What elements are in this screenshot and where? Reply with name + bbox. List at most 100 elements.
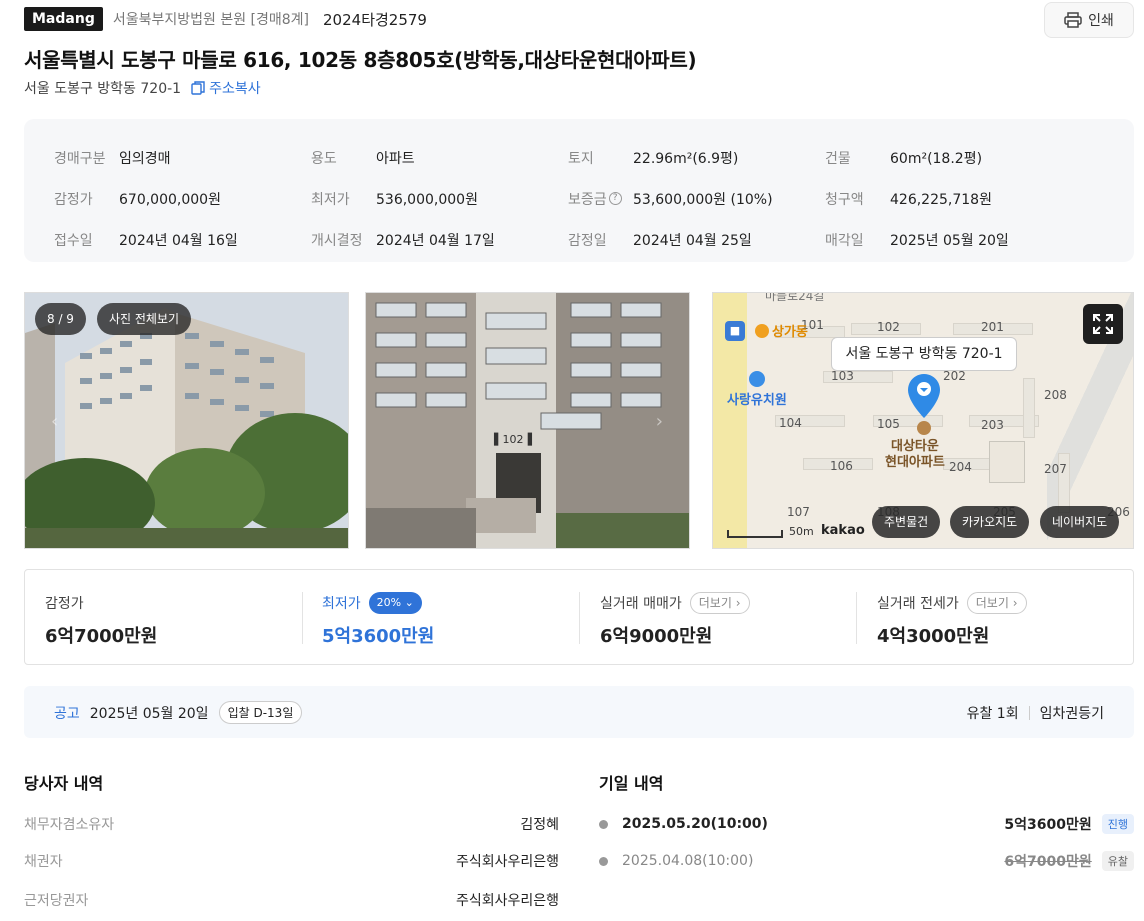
party-value: 김정혜 bbox=[520, 817, 559, 833]
info-value: 60m²(18.2평) bbox=[890, 150, 983, 167]
trade-label-row: 실거래 매매가 더보기 › bbox=[600, 592, 840, 614]
property-photo-2[interactable]: ▌102▐ › bbox=[365, 292, 690, 549]
chevron-double-down-icon: ⌄ bbox=[404, 596, 414, 609]
info-cell: 건물 60m²(18.2평) bbox=[825, 137, 1082, 178]
divider bbox=[1028, 706, 1030, 720]
map-building-label: 107 bbox=[787, 505, 810, 519]
info-label: 최저가 bbox=[311, 191, 350, 208]
info-label: 경매구분 bbox=[54, 150, 106, 167]
divider bbox=[579, 592, 580, 644]
info-label: 토지 bbox=[568, 150, 594, 167]
notice-right: 유찰 1회 임차권등기 bbox=[967, 703, 1104, 723]
naver-map-button[interactable]: 네이버지도 bbox=[1040, 506, 1120, 538]
info-value: 2024년 04월 25일 bbox=[633, 232, 752, 249]
building-entrance-illustration bbox=[366, 293, 689, 548]
copy-icon bbox=[191, 81, 205, 95]
court-name: 서울북부지방법원 본원 [경매8계] bbox=[112, 12, 310, 28]
map-building-label: 102 bbox=[877, 320, 900, 334]
dot-icon bbox=[599, 856, 608, 866]
header-row: Madang 서울북부지방법원 본원 [경매8계] 2024타경2579 bbox=[24, 6, 427, 32]
nearby-items-button[interactable]: 주변물건 bbox=[872, 506, 941, 538]
kindergarten-poi: 사랑유치원 bbox=[727, 371, 787, 408]
chevron-right-icon[interactable]: › bbox=[656, 411, 663, 432]
map-building-label: 202 bbox=[943, 369, 966, 383]
minimum-value: 5억3600만원 bbox=[322, 626, 435, 647]
party-row: 채무자겸소유자 김정혜 bbox=[24, 814, 559, 834]
info-value: 536,000,000원 bbox=[376, 191, 478, 208]
party-value: 주식회사우리은행 bbox=[455, 854, 559, 870]
info-cell: 감정가 670,000,000원 bbox=[54, 178, 311, 219]
map-building-label: 103 bbox=[831, 369, 854, 383]
map-building-label: 105 bbox=[877, 417, 900, 431]
copy-address-label: 주소복사 bbox=[209, 81, 261, 97]
case-number: 2024타경2579 bbox=[323, 10, 427, 29]
notice-left: 공고 2025년 05월 20일 입찰 D-13일 bbox=[54, 701, 303, 724]
map-address-callout: 서울 도봉구 방학동 720-1 bbox=[831, 337, 1017, 371]
lease-more-button[interactable]: 더보기 › bbox=[966, 592, 1027, 614]
status-badge: 진행 bbox=[1101, 814, 1134, 834]
info-value: 426,225,718원 bbox=[890, 191, 992, 208]
info-value: 2024년 04월 17일 bbox=[376, 232, 495, 249]
schedule-row: 2025.05.20(10:00) 5억3600만원 진행 bbox=[599, 814, 1134, 834]
minimum-label-row: 최저가 20% ⌄ bbox=[322, 592, 562, 614]
location-pin-icon bbox=[908, 374, 940, 418]
expand-icon bbox=[1093, 314, 1113, 334]
info-cell: 용도 아파트 bbox=[311, 137, 568, 178]
info-cell: 접수일 2024년 04월 16일 bbox=[54, 219, 311, 260]
apartment-complex-icon bbox=[917, 421, 931, 435]
info-label: 건물 bbox=[825, 150, 851, 167]
status-badge: 유찰 bbox=[1101, 851, 1134, 871]
chevron-left-icon[interactable]: ‹ bbox=[51, 411, 58, 432]
info-cell: 개시결정 2024년 04월 17일 bbox=[311, 219, 568, 260]
parties-title: 당사자 내역 bbox=[24, 774, 104, 793]
property-photo-1[interactable]: 8 / 9 사진 전체보기 ‹ bbox=[24, 292, 349, 549]
map-building-label: 104 bbox=[779, 416, 802, 430]
chevron-right-icon: › bbox=[735, 596, 741, 610]
discount-badge[interactable]: 20% ⌄ bbox=[368, 592, 422, 614]
notice-box: 공고 2025년 05월 20일 입찰 D-13일 유찰 1회 임차권등기 bbox=[24, 686, 1134, 738]
appraisal-value: 6억7000만원 bbox=[45, 626, 158, 647]
price-summary-box: 감정가 6억7000만원 최저가 20% ⌄ 5억3600만원 실거래 매매가 … bbox=[24, 569, 1134, 665]
notice-tag: 공고 bbox=[54, 705, 80, 722]
print-button[interactable]: 인쇄 bbox=[1044, 2, 1134, 38]
copy-address-button[interactable]: 주소복사 bbox=[191, 78, 261, 98]
printer-icon bbox=[1064, 12, 1082, 28]
info-value: 임의경매 bbox=[119, 150, 171, 167]
schedule-row: 2025.04.08(10:00) 6억7000만원 유찰 bbox=[599, 851, 1134, 871]
auction-info-grid: 경매구분 임의경매 용도 아파트 토지 22.96m²(6.9평) 건물 60m²(18… bbox=[54, 137, 1082, 260]
info-label: 감정가 bbox=[54, 191, 93, 208]
map-building-label: 106 bbox=[830, 459, 853, 473]
info-cell: 경매구분 임의경매 bbox=[54, 137, 311, 178]
deposit-label: 보증금 bbox=[568, 191, 607, 208]
trade-more-button[interactable]: 더보기 › bbox=[689, 592, 750, 614]
property-title: 서울특별시 도봉구 마들로 616, 102동 8층805호(방학동,대상타운현… bbox=[24, 48, 697, 72]
kindergarten-icon bbox=[748, 371, 765, 387]
notice-date: 2025년 05월 20일 bbox=[89, 705, 209, 722]
info-cell: 감정일 2024년 04월 25일 bbox=[568, 219, 825, 260]
info-label: 개시결정 bbox=[311, 232, 363, 249]
lease-registration: 임차권등기 bbox=[1039, 706, 1104, 722]
lease-price: 실거래 전세가 더보기 › 4억3000만원 bbox=[877, 592, 1117, 648]
party-row: 근저당권자 주식회사우리은행 bbox=[24, 890, 559, 910]
info-cell: 토지 22.96m²(6.9평) bbox=[568, 137, 825, 178]
party-row: 채권자 주식회사우리은행 bbox=[24, 851, 559, 871]
schedule-amount: 5억3600만원 bbox=[1004, 817, 1092, 833]
fail-count: 유찰 1회 bbox=[966, 706, 1019, 722]
map-sports-field bbox=[989, 441, 1025, 483]
lease-value: 4억3000만원 bbox=[877, 626, 990, 647]
help-icon[interactable]: ? bbox=[608, 192, 622, 205]
map-building-label: 201 bbox=[981, 320, 1004, 334]
view-all-photos-button[interactable]: 사진 전체보기 bbox=[97, 303, 192, 335]
lot-address-row: 서울 도봉구 방학동 720-1 주소복사 bbox=[24, 78, 261, 98]
info-label: 청구액 bbox=[825, 191, 864, 208]
divider bbox=[302, 592, 303, 644]
info-cell: 청구액 426,225,718원 bbox=[825, 178, 1082, 219]
kakao-map-button[interactable]: 카카오지도 bbox=[950, 506, 1030, 538]
fullscreen-button[interactable] bbox=[1083, 304, 1123, 344]
info-label: 감정일 bbox=[568, 232, 607, 249]
dot-icon bbox=[599, 819, 608, 829]
lease-label-row: 실거래 전세가 더보기 › bbox=[877, 592, 1117, 614]
trade-label: 실거래 매매가 bbox=[600, 596, 682, 612]
minimum-price: 최저가 20% ⌄ 5억3600만원 bbox=[322, 592, 562, 648]
party-value: 주식회사우리은행 bbox=[455, 893, 559, 909]
